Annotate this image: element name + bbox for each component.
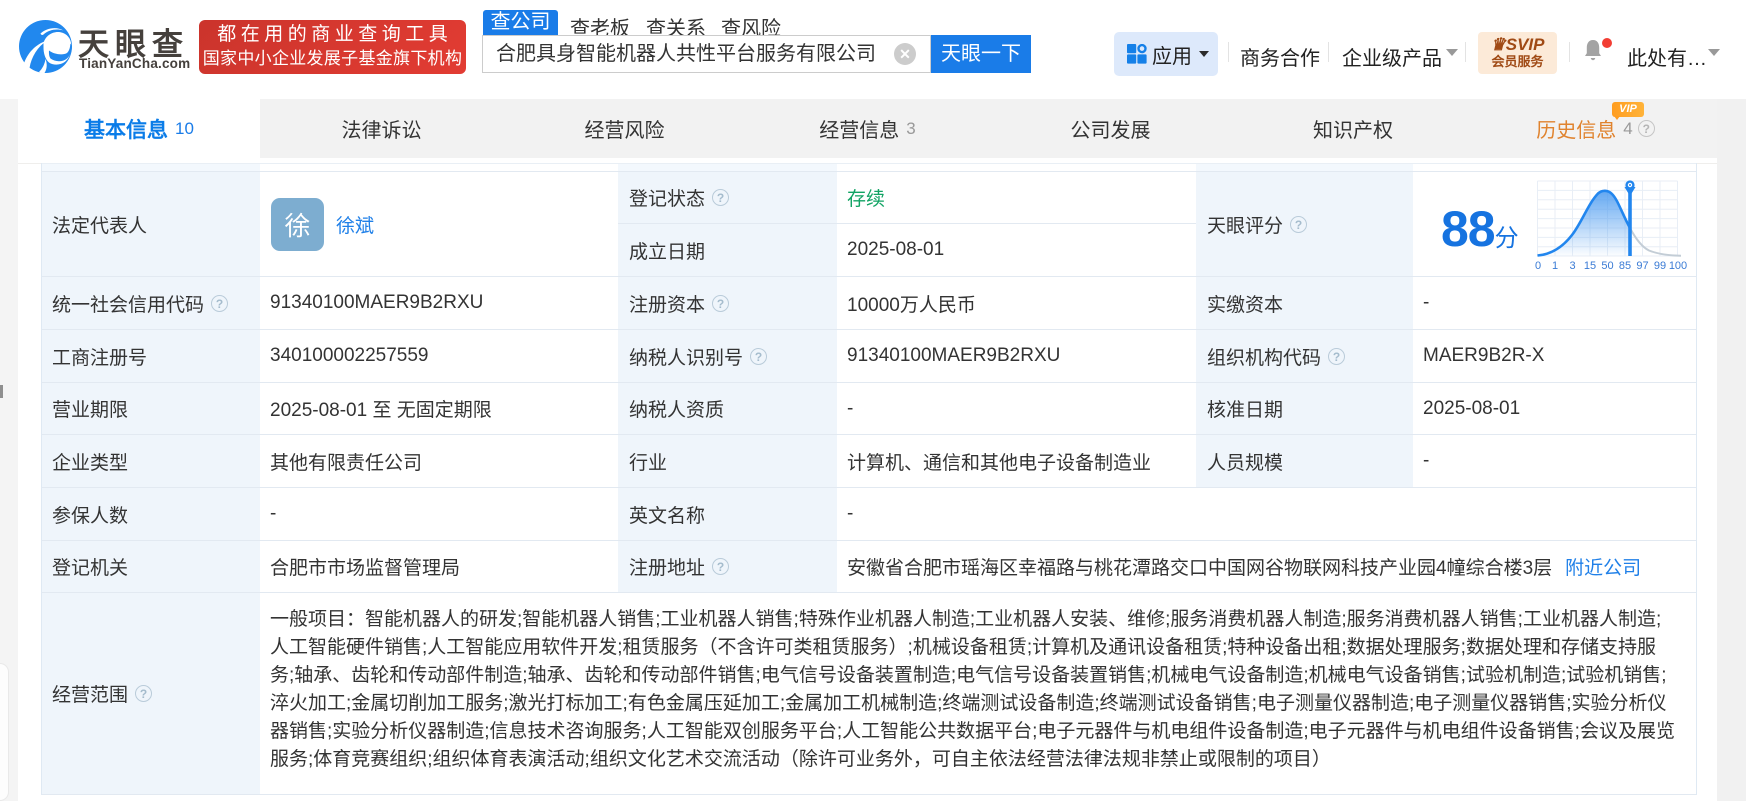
svg-text:97: 97: [1636, 260, 1648, 272]
svg-text:85: 85: [1619, 260, 1631, 272]
svg-text:1: 1: [1552, 260, 1558, 272]
svg-text:50: 50: [1601, 260, 1613, 272]
svg-text:100: 100: [1669, 260, 1687, 272]
svg-text:99: 99: [1654, 260, 1666, 272]
svg-text:0: 0: [1535, 260, 1541, 272]
svg-text:15: 15: [1584, 260, 1596, 272]
svg-text:3: 3: [1569, 260, 1575, 272]
